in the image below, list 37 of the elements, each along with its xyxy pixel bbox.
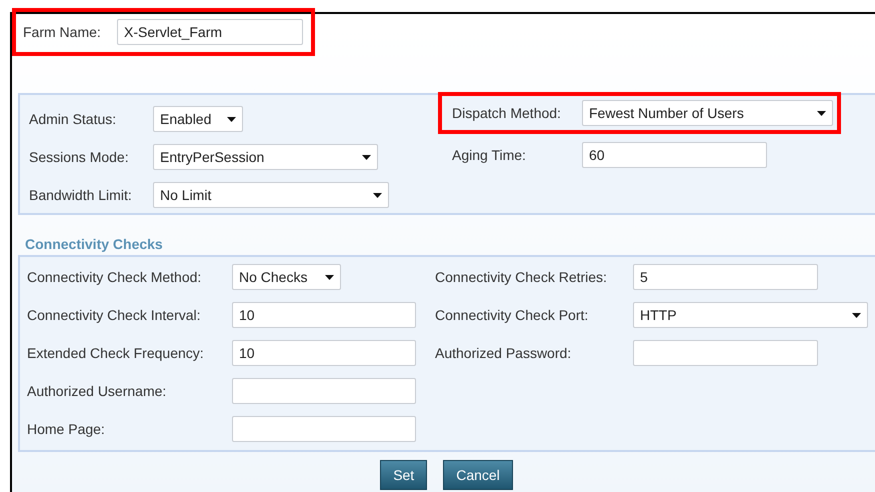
field-label: Home Page:	[27, 420, 106, 439]
dropdown[interactable]: Enabled	[153, 106, 243, 132]
caret-icon	[852, 312, 861, 318]
dropdown[interactable]: Fewest Number of Users	[582, 100, 833, 126]
field-label: Connectivity Check Interval:	[27, 306, 202, 325]
input-field[interactable]: X-Servlet_Farm	[117, 19, 303, 45]
field-label: Extended Check Frequency:	[27, 344, 205, 363]
field-label: Connectivity Check Port:	[435, 306, 590, 325]
dropdown[interactable]: No Checks	[232, 264, 341, 290]
field-label: Farm Name:	[23, 22, 102, 42]
caret-icon	[817, 110, 826, 116]
field-label: Connectivity Check Method:	[27, 268, 202, 287]
caret-icon	[362, 154, 371, 160]
action-button[interactable]: Set	[380, 460, 428, 490]
input-field[interactable]: 10	[232, 302, 416, 328]
field-label: Authorized Password:	[435, 344, 572, 362]
input-field[interactable]: 5	[633, 264, 818, 290]
section-heading: Connectivity Checks	[25, 235, 164, 253]
field-label: Bandwidth Limit:	[29, 186, 133, 204]
field-label: Aging Time:	[452, 146, 527, 165]
field-label: Dispatch Method:	[452, 104, 562, 123]
input-field[interactable]	[232, 416, 416, 442]
input-field[interactable]: 60	[582, 142, 767, 168]
input-field[interactable]	[633, 340, 818, 366]
input-field[interactable]	[232, 378, 416, 404]
caret-icon	[373, 192, 382, 198]
caret-icon	[227, 116, 236, 122]
field-label: Connectivity Check Retries:	[435, 268, 608, 287]
dropdown[interactable]: EntryPerSession	[153, 144, 378, 170]
input-field[interactable]: 10	[232, 340, 416, 366]
action-button[interactable]: Cancel	[443, 460, 513, 490]
field-label: Admin Status:	[29, 110, 118, 128]
field-label: Sessions Mode:	[29, 148, 130, 166]
dropdown[interactable]: No Limit	[153, 182, 389, 208]
field-label: Authorized Username:	[27, 382, 168, 400]
dropdown[interactable]: HTTP	[633, 302, 868, 328]
caret-icon	[325, 274, 334, 280]
